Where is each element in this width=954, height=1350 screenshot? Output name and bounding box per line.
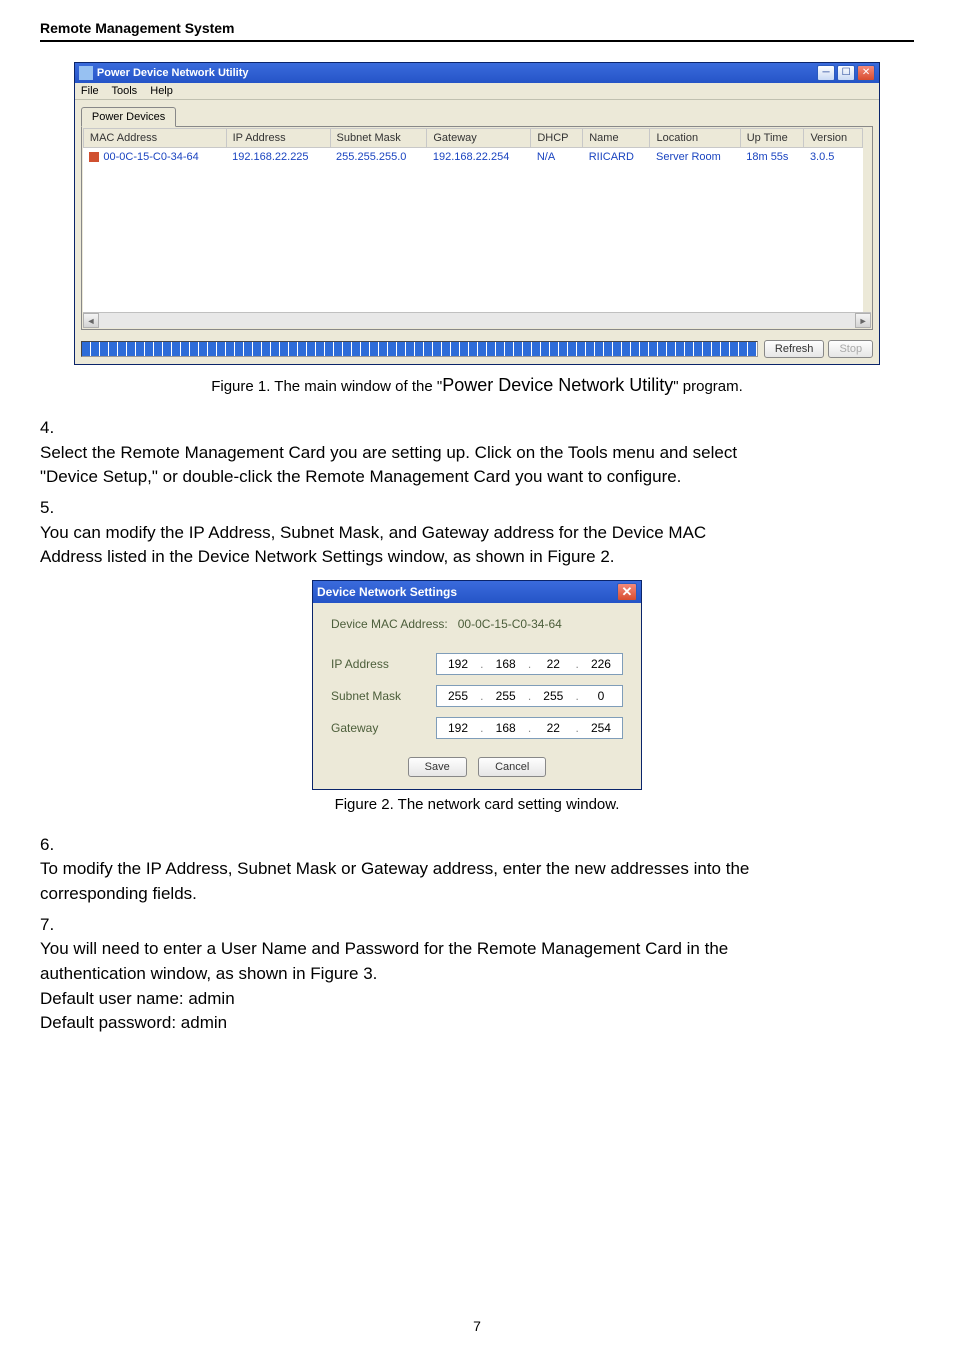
stop-button[interactable]: Stop — [828, 340, 873, 358]
step7-line1: You will need to enter a User Name and P… — [40, 939, 728, 958]
step-number: 6. — [40, 833, 62, 858]
close-button[interactable]: ✕ — [857, 65, 875, 81]
cell-name: RIICARD — [583, 148, 650, 167]
scroll-right-button[interactable]: ► — [855, 313, 871, 328]
save-button[interactable]: Save — [408, 757, 467, 777]
scroll-track[interactable] — [99, 313, 855, 328]
step4-line2: "Device Setup," or double-click the Remo… — [40, 467, 681, 486]
subnet-mask-input[interactable]: 255. 255. 255. 0 — [436, 685, 623, 707]
app-icon — [79, 66, 93, 80]
header-rule — [40, 40, 914, 42]
pdnu-window: Power Device Network Utility ─ ☐ ✕ File … — [74, 62, 880, 365]
cell-dhcp: N/A — [531, 148, 583, 167]
col-name[interactable]: Name — [583, 129, 650, 148]
table-row[interactable]: 00-0C-15-C0-34-64 192.168.22.225 255.255… — [83, 148, 862, 167]
step7-line3: Default user name: admin — [40, 989, 235, 1008]
col-ip[interactable]: IP Address — [226, 129, 330, 148]
gateway-input[interactable]: 192. 168. 22. 254 — [436, 717, 623, 739]
device-network-settings-dialog: Device Network Settings ✕ Device MAC Add… — [312, 580, 642, 790]
step4-line1: Select the Remote Management Card you ar… — [40, 443, 737, 462]
h-scrollbar[interactable]: ◄ ► — [83, 312, 871, 328]
ip-address-input[interactable]: 192. 168. 22. 226 — [436, 653, 623, 675]
step6-line1: To modify the IP Address, Subnet Mask or… — [40, 859, 749, 878]
step-number: 4. — [40, 416, 62, 441]
menu-file[interactable]: File — [81, 85, 99, 97]
menu-tools[interactable]: Tools — [112, 85, 138, 97]
page-number: 7 — [0, 1318, 954, 1334]
subnet-mask-label: Subnet Mask — [331, 689, 436, 703]
step5-line2: Address listed in the Device Network Set… — [40, 547, 615, 566]
menu-help[interactable]: Help — [150, 85, 173, 97]
figure2-caption: Figure 2. The network card setting windo… — [40, 796, 914, 813]
step-number: 7. — [40, 913, 62, 938]
step-number: 5. — [40, 496, 62, 521]
mac-address-value: 00-0C-15-C0-34-64 — [458, 617, 562, 631]
minimize-button[interactable]: ─ — [817, 65, 835, 81]
col-gw[interactable]: Gateway — [427, 129, 531, 148]
gateway-label: Gateway — [331, 721, 436, 735]
step7-line2: authentication window, as shown in Figur… — [40, 964, 377, 983]
col-mac[interactable]: MAC Address — [83, 129, 226, 148]
pdnu-window-title: Power Device Network Utility — [97, 67, 815, 79]
cell-gw: 192.168.22.254 — [427, 148, 531, 167]
dlg-close-button[interactable]: ✕ — [617, 583, 637, 601]
cell-uptime: 18m 55s — [740, 148, 804, 167]
cell-mac: 00-0C-15-C0-34-64 — [103, 151, 198, 163]
page-header-title: Remote Management System — [40, 20, 914, 40]
device-icon — [89, 152, 99, 162]
progress-bar — [81, 341, 758, 357]
tab-power-devices[interactable]: Power Devices — [81, 107, 176, 127]
scroll-left-button[interactable]: ◄ — [83, 313, 99, 328]
table-blank-area — [89, 169, 856, 309]
step5-line1: You can modify the IP Address, Subnet Ma… — [40, 523, 706, 542]
dlg-title: Device Network Settings — [317, 585, 615, 599]
col-version[interactable]: Version — [804, 129, 862, 148]
col-dhcp[interactable]: DHCP — [531, 129, 583, 148]
menu-bar: File Tools Help — [75, 83, 879, 100]
cell-ip: 192.168.22.225 — [226, 148, 330, 167]
maximize-button[interactable]: ☐ — [837, 65, 855, 81]
col-mask[interactable]: Subnet Mask — [330, 129, 427, 148]
col-loc[interactable]: Location — [650, 129, 740, 148]
figure1-caption: Figure 1. The main window of the "Power … — [40, 375, 914, 396]
refresh-button[interactable]: Refresh — [764, 340, 825, 358]
cell-ver: 3.0.5 — [804, 148, 862, 167]
mac-address-label: Device MAC Address: — [331, 617, 448, 631]
cell-mask: 255.255.255.0 — [330, 148, 427, 167]
cancel-button[interactable]: Cancel — [478, 757, 546, 777]
step6-line2: corresponding fields. — [40, 884, 197, 903]
cell-loc: Server Room — [650, 148, 740, 167]
col-uptime[interactable]: Up Time — [740, 129, 804, 148]
pdnu-titlebar: Power Device Network Utility ─ ☐ ✕ — [75, 63, 879, 83]
ip-address-label: IP Address — [331, 657, 436, 671]
step7-line4: Default password: admin — [40, 1013, 227, 1032]
device-table: MAC Address IP Address Subnet Mask Gatew… — [83, 128, 863, 312]
